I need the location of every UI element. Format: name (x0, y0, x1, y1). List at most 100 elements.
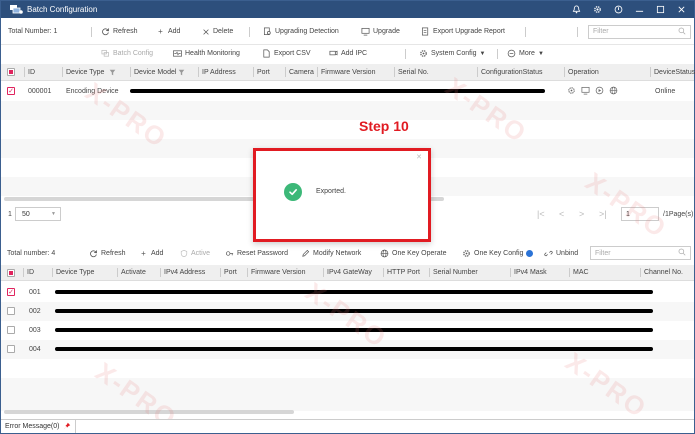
first-page-icon[interactable]: |< (537, 209, 545, 219)
unbind-button[interactable]: Unbind (544, 249, 578, 258)
pin-icon[interactable] (63, 422, 71, 432)
error-message-tab[interactable]: Error Message(0) (1, 420, 77, 433)
maximize-icon[interactable] (655, 5, 665, 15)
col-header-id[interactable]: ID (24, 64, 35, 80)
system-config-dropdown[interactable]: System Config ▼ (419, 49, 485, 58)
col-header-firmware-version[interactable]: Firmware Version (316, 64, 375, 80)
col-header-device-type[interactable]: Device Type (61, 64, 104, 80)
row-id: 001 (29, 289, 41, 296)
table-row[interactable]: ✓ 000001 Encoding Device Online (1, 82, 694, 101)
horizontal-scrollbar[interactable] (4, 410, 294, 414)
add-button[interactable]: + Add (156, 27, 180, 36)
key-reset-icon (225, 249, 234, 258)
camera-icon (329, 49, 338, 58)
last-page-icon[interactable]: >| (599, 209, 607, 219)
col-header-operation[interactable]: Operation (564, 64, 599, 80)
col-header-ipv4-address[interactable]: IPv4 Address (159, 265, 205, 280)
add-label: Add (168, 28, 181, 35)
row-checkbox[interactable]: ✓ (7, 87, 15, 95)
row-checkbox[interactable] (7, 326, 15, 334)
upgrading-detection-button[interactable]: Upgrading Detection (263, 27, 339, 36)
upgrade-button[interactable]: Upgrade (361, 27, 400, 36)
system-config-label: System Config (431, 50, 477, 57)
page-total-label: /1Page(s) (663, 210, 694, 218)
row-checkbox[interactable]: ✓ (7, 288, 15, 296)
col-header-id[interactable]: ID (23, 265, 34, 280)
settings-icon[interactable] (567, 86, 576, 97)
col-header-port[interactable]: Port (220, 265, 237, 280)
more-dropdown[interactable]: More ▼ (507, 49, 544, 58)
col-header-serial-number[interactable]: Serial Number (429, 265, 478, 280)
gear-icon[interactable] (592, 5, 602, 15)
col-header-ipv4-mask[interactable]: IPv4 Mask (510, 265, 547, 280)
row-id: 000001 (28, 88, 52, 95)
one-key-config-button[interactable]: One Key Config (462, 249, 534, 258)
table-row[interactable]: 002 (1, 302, 694, 321)
delete-button[interactable]: Delete (201, 27, 233, 36)
col-header-port[interactable]: Port (253, 64, 270, 80)
row-checkbox[interactable] (7, 345, 15, 353)
select-all-checkbox[interactable] (7, 269, 15, 277)
col-header-activate[interactable]: Activate (117, 265, 146, 280)
one-key-operate-button[interactable]: One Key Operate (380, 249, 446, 258)
add-ipc-button[interactable]: Add IPC (329, 49, 367, 58)
refresh-button[interactable]: Refresh (101, 27, 138, 36)
col-header-device-status[interactable]: DeviceStatus (649, 64, 695, 80)
lower-add-button[interactable]: + Add (139, 249, 163, 258)
table-row[interactable]: 003 (1, 321, 694, 340)
export-upgrade-report-label: Export Upgrade Report (433, 28, 505, 35)
row-checkbox[interactable] (7, 307, 15, 315)
row-operations (567, 86, 618, 97)
minimize-icon[interactable] (634, 5, 644, 15)
lower-total-number-label: Total number: 4 (7, 249, 56, 257)
col-header-camera[interactable]: Camera (285, 64, 314, 80)
lower-table-header: ID Device Type Activate IPv4 Address Por… (1, 265, 694, 281)
filter-icon[interactable] (178, 64, 185, 80)
export-upgrade-report-button[interactable]: Export Upgrade Report (421, 27, 505, 36)
col-header-ipv4-gateway[interactable]: IPv4 GateWay (323, 265, 372, 280)
gear-icon (462, 249, 471, 258)
col-header-device-type[interactable]: Device Type (51, 265, 94, 280)
col-header-serial-no[interactable]: Serial No. (394, 64, 429, 80)
close-icon[interactable]: ✕ (416, 153, 422, 161)
select-all-checkbox[interactable] (7, 68, 15, 76)
page-number-input[interactable]: 1 (621, 207, 659, 221)
col-header-http-port[interactable]: HTTP Port (383, 265, 420, 280)
power-icon[interactable] (613, 5, 623, 15)
col-header-device-model[interactable]: Device Model (129, 64, 176, 80)
col-header-channel-no[interactable]: Channel No. (640, 265, 683, 280)
document-search-icon (263, 27, 272, 36)
info-icon[interactable] (526, 249, 534, 257)
export-csv-button[interactable]: Export CSV (262, 49, 311, 58)
globe-icon[interactable] (609, 86, 618, 97)
upper-filter-input[interactable]: Filter (588, 24, 691, 39)
reset-password-button[interactable]: Reset Password (225, 249, 288, 258)
delete-label: Delete (213, 28, 234, 35)
col-header-firmware-version[interactable]: Firmware Version (246, 265, 305, 280)
batch-config-button[interactable]: Batch Config (101, 49, 153, 58)
filter-icon[interactable] (109, 64, 116, 80)
activate-button[interactable]: Active (179, 249, 210, 258)
modify-network-button[interactable]: Modify Network (301, 249, 361, 258)
table-row[interactable]: ✓ 001 (1, 283, 694, 302)
table-row[interactable]: 004 (1, 340, 694, 359)
upgrade-label: Upgrade (373, 28, 400, 35)
monitor-icon[interactable] (581, 86, 590, 97)
edit-icon (301, 249, 310, 258)
health-monitoring-button[interactable]: Health Monitoring (173, 49, 240, 58)
upper-filter-placeholder: Filter (593, 28, 609, 35)
col-header-configuration-status[interactable]: ConfigurationStatus (476, 64, 542, 80)
batch-config-icon (101, 49, 110, 58)
lower-refresh-button[interactable]: Refresh (89, 249, 126, 258)
page-size-select[interactable]: 50 ▼ (15, 207, 61, 221)
next-page-icon[interactable]: > (579, 209, 584, 219)
lower-filter-input[interactable]: Filter (590, 246, 691, 260)
col-header-mac[interactable]: MAC (569, 265, 589, 280)
col-header-ip-address[interactable]: IP Address (198, 64, 236, 80)
page-size-label: 1 (8, 210, 12, 218)
close-icon[interactable] (676, 5, 686, 15)
toolbar-divider (525, 26, 526, 37)
play-circle-icon[interactable] (595, 86, 604, 97)
prev-page-icon[interactable]: < (559, 209, 564, 219)
bell-icon[interactable] (571, 5, 581, 15)
